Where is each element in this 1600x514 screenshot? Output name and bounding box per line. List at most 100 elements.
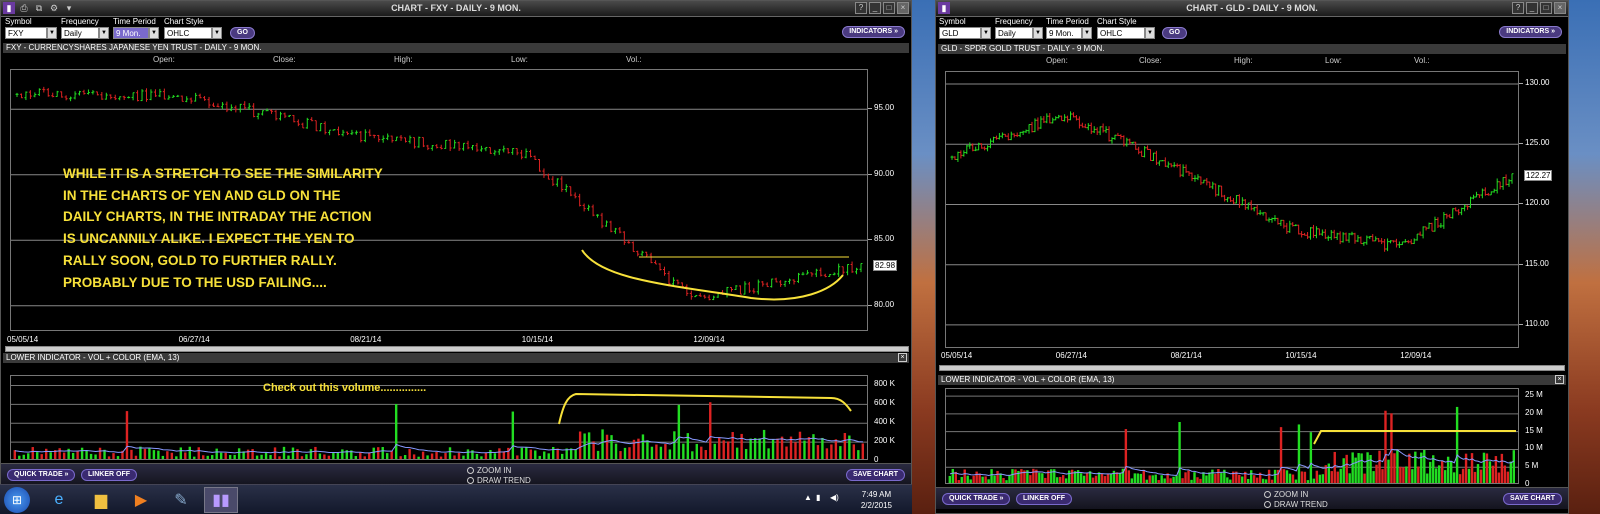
volume-bar [49, 452, 52, 459]
volume-bar [36, 452, 39, 459]
volume-bar [776, 438, 779, 459]
volume-bar [1473, 471, 1477, 483]
volume-bar [610, 435, 613, 459]
horizontal-scrollbar[interactable] [5, 346, 909, 352]
price-axis: 130.00 125.00 120.00 115.00 110.00 122.27 [1519, 71, 1567, 348]
network-icon[interactable]: ▮ [816, 493, 820, 502]
volume-bar [762, 429, 766, 459]
volume-bar [821, 437, 824, 459]
symbol-select[interactable]: FXY ▼ [5, 27, 57, 39]
volume-bar [287, 455, 290, 459]
time-period-select[interactable]: 9 Mon. ▼ [113, 27, 159, 39]
volume-bar [1169, 478, 1172, 483]
chevron-down-icon: ▼ [212, 27, 222, 39]
volume-bar [1330, 471, 1333, 483]
chart-header: GLD - SPDR GOLD TRUST - DAILY - 9 MON. [938, 44, 1566, 54]
start-button[interactable]: ⊞ [4, 487, 30, 513]
volume-bar [1509, 461, 1513, 483]
volume-bar [448, 447, 452, 459]
quick-trade-button[interactable]: QUICK TRADE » [7, 469, 76, 481]
save-chart-button[interactable]: SAVE CHART [846, 469, 905, 481]
close-icon[interactable]: × [898, 353, 907, 362]
close-button[interactable]: × [897, 2, 909, 14]
volume-bar [713, 443, 716, 459]
volume-bar [614, 443, 618, 459]
volume-bar [260, 454, 263, 459]
minimize-button[interactable]: _ [869, 2, 881, 14]
clock[interactable]: 7:49 AM 2/2/2015 [861, 489, 892, 511]
volume-bar [1321, 474, 1325, 483]
linker-off-button[interactable]: LINKER OFF [1016, 493, 1072, 505]
gld-price-chart[interactable] [945, 71, 1519, 348]
volume-bar [753, 438, 757, 459]
maximize-button[interactable]: □ [1540, 2, 1552, 14]
fxy-volume-chart[interactable] [10, 375, 868, 460]
trading-app-icon[interactable]: ▮▮ [204, 487, 238, 513]
volume-bar [202, 455, 205, 459]
volume-bar [839, 446, 842, 459]
go-button[interactable]: GO [1162, 27, 1187, 39]
volume-bar [1288, 473, 1292, 483]
internet-explorer-icon[interactable]: e [42, 487, 76, 513]
tray-up-arrow-icon[interactable]: ▲ [804, 493, 812, 502]
volume-bar [975, 471, 978, 483]
volume-bar [197, 447, 200, 459]
indicators-button[interactable]: INDICATORS » [1499, 26, 1562, 38]
zoom-in-radio[interactable]: ZOOM IN [1264, 490, 1308, 499]
time-period-select[interactable]: 9 Mon. ▼ [1046, 27, 1092, 39]
linker-off-button[interactable]: LINKER OFF [81, 469, 137, 481]
volume-bar [1139, 473, 1142, 483]
volume-bar [1229, 479, 1232, 483]
gld-volume-chart[interactable] [945, 388, 1519, 484]
volume-bar [954, 471, 957, 483]
volume-bar [1255, 477, 1259, 483]
close-icon[interactable]: × [1555, 375, 1564, 384]
windows-taskbar: ⊞ e ▆ ▶ ✎ ▮▮ ▲ ▮ ◀) 7:49 AM 2/2/2015 [0, 484, 912, 514]
volume-bar [296, 449, 299, 459]
maximize-button[interactable]: □ [883, 2, 895, 14]
folder-icon[interactable]: ▆ [84, 487, 118, 513]
draw-trend-radio[interactable]: DRAW TREND [1264, 500, 1328, 509]
chart-style-select[interactable]: OHLC ▼ [164, 27, 222, 39]
volume-bar [314, 446, 317, 459]
volume-bar [529, 449, 532, 459]
chart-style-select[interactable]: OHLC ▼ [1097, 27, 1155, 39]
zoom-in-radio[interactable]: ZOOM IN [467, 466, 511, 475]
volume-bar [1044, 477, 1047, 483]
volume-bar [1041, 473, 1044, 483]
price-tick-label: 110.00 [1525, 318, 1549, 328]
minimize-button[interactable]: _ [1526, 2, 1538, 14]
volume-bar [1378, 450, 1381, 483]
volume-bar [45, 448, 48, 459]
volume-bar [493, 453, 497, 459]
volume-bar [1208, 472, 1211, 483]
volume-icon[interactable]: ◀) [830, 493, 839, 502]
volume-bar [480, 456, 483, 459]
volume-bar [1136, 473, 1139, 483]
volume-bar [744, 448, 748, 459]
help-icon[interactable]: ? [855, 2, 867, 14]
volume-bar [1384, 410, 1387, 483]
frequency-select[interactable]: Daily ▼ [61, 27, 109, 39]
indicators-button[interactable]: INDICATORS » [842, 26, 905, 38]
volume-bar [300, 456, 304, 459]
volume-bar [1082, 475, 1086, 483]
symbol-select[interactable]: GLD ▼ [939, 27, 991, 39]
pen-tool-icon[interactable]: ✎ [164, 487, 198, 513]
volume-bar [1467, 468, 1471, 483]
volume-bar [368, 452, 371, 459]
volume-bar [255, 455, 259, 459]
media-player-icon[interactable]: ▶ [124, 487, 158, 513]
open-label: Open: [1046, 56, 1068, 65]
go-button[interactable]: GO [230, 27, 255, 39]
help-icon[interactable]: ? [1512, 2, 1524, 14]
volume-bar [1443, 470, 1447, 483]
quick-trade-button[interactable]: QUICK TRADE » [942, 493, 1011, 505]
close-button[interactable]: × [1554, 2, 1566, 14]
horizontal-scrollbar[interactable] [939, 365, 1565, 371]
frequency-select[interactable]: Daily ▼ [995, 27, 1043, 39]
save-chart-button[interactable]: SAVE CHART [1503, 493, 1562, 505]
volume-bar [981, 476, 984, 483]
volume-bar [1109, 473, 1113, 483]
volume-bar [318, 453, 322, 459]
